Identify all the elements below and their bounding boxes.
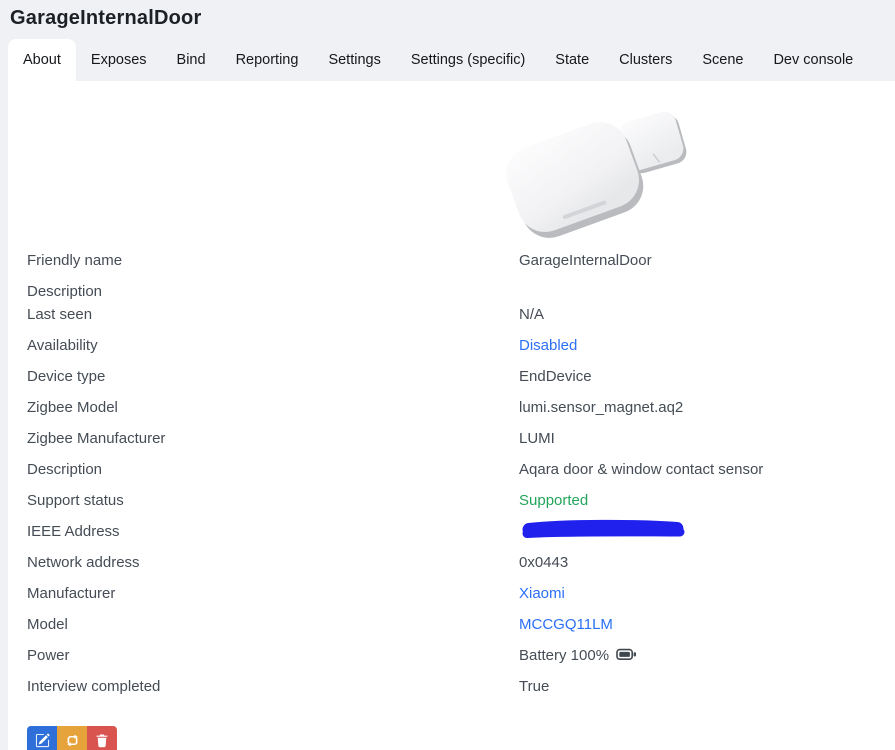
about-row-zigbee-manufacturer: Zigbee ManufacturerLUMI (27, 428, 895, 450)
field-value-manufacturer[interactable]: Xiaomi (519, 583, 895, 605)
about-row-ieee-address: IEEE Address (27, 521, 895, 543)
remove-button[interactable] (87, 726, 117, 750)
about-row-device-type: Device typeEndDevice (27, 366, 895, 388)
battery-icon (616, 648, 637, 661)
field-value-zigbee-manufacturer: LUMI (519, 428, 895, 450)
about-row-description: Description (27, 281, 895, 303)
field-value-power: Battery 100% (519, 645, 895, 667)
device-tabbar: AboutExposesBindReportingSettingsSetting… (8, 39, 895, 81)
field-value-ieee-address (519, 521, 895, 543)
device-actions (27, 726, 117, 750)
field-label: Friendly name (27, 250, 519, 272)
field-value-description (519, 281, 895, 303)
field-label: Last seen (27, 304, 519, 326)
about-row-support-status: Support statusSupported (27, 490, 895, 512)
field-label: Network address (27, 552, 519, 574)
edit-button[interactable] (27, 726, 57, 750)
field-value-network-address: 0x0443 (519, 552, 895, 574)
tab-about[interactable]: About (8, 39, 76, 81)
tab-dev-console[interactable]: Dev console (758, 39, 868, 81)
reconfigure-button[interactable] (57, 726, 87, 750)
door-sensor-illustration (505, 101, 695, 243)
about-row-interview-completed: Interview completedTrue (27, 676, 895, 698)
about-row-zigbee-model: Zigbee Modellumi.sensor_magnet.aq2 (27, 397, 895, 419)
device-info-list: Friendly nameGarageInternalDoorDescripti… (8, 250, 895, 698)
about-row-manufacturer: ManufacturerXiaomi (27, 583, 895, 605)
field-value-zigbee-model: lumi.sensor_magnet.aq2 (519, 397, 895, 419)
trash-icon (95, 733, 109, 748)
redaction-scribble (519, 519, 689, 541)
field-label: Model (27, 614, 519, 636)
field-label: Availability (27, 335, 519, 357)
field-label: Device type (27, 366, 519, 388)
tab-settings-specific[interactable]: Settings (specific) (396, 39, 540, 81)
page-header: GarageInternalDoor (0, 0, 895, 30)
field-label: Zigbee Model (27, 397, 519, 419)
battery-text: Battery 100% (519, 647, 609, 664)
field-value-friendly-name: GarageInternalDoor (519, 250, 895, 272)
tab-settings[interactable]: Settings (313, 39, 395, 81)
field-label: IEEE Address (27, 521, 519, 543)
field-label: Manufacturer (27, 583, 519, 605)
field-label: Support status (27, 490, 519, 512)
tab-bind[interactable]: Bind (162, 39, 221, 81)
about-panel: Friendly nameGarageInternalDoorDescripti… (8, 81, 895, 750)
field-label: Power (27, 645, 519, 667)
tab-scene[interactable]: Scene (687, 39, 758, 81)
about-row-availability: AvailabilityDisabled (27, 335, 895, 357)
pencil-square-icon (35, 733, 50, 748)
tab-state[interactable]: State (540, 39, 604, 81)
field-value-interview-completed: True (519, 676, 895, 698)
field-value-device-type: EndDevice (519, 366, 895, 388)
field-label: Description (27, 459, 519, 481)
tab-exposes[interactable]: Exposes (76, 39, 162, 81)
about-row-power: PowerBattery 100% (27, 645, 895, 667)
tab-clusters[interactable]: Clusters (604, 39, 687, 81)
field-value-support-status[interactable]: Supported (519, 490, 895, 512)
about-row-friendly-name: Friendly nameGarageInternalDoor (27, 250, 895, 272)
about-row-last-seen: Last seenN/A (27, 304, 895, 326)
tab-reporting[interactable]: Reporting (221, 39, 314, 81)
field-value-last-seen: N/A (519, 304, 895, 326)
device-image (505, 101, 695, 243)
field-label: Zigbee Manufacturer (27, 428, 519, 450)
about-row-network-address: Network address0x0443 (27, 552, 895, 574)
repeat-icon (65, 733, 80, 748)
field-label: Description (27, 281, 519, 303)
about-row-model: ModelMCCGQ11LM (27, 614, 895, 636)
about-row-description: DescriptionAqara door & window contact s… (27, 459, 895, 481)
field-label: Interview completed (27, 676, 519, 698)
field-value-availability[interactable]: Disabled (519, 335, 895, 357)
field-value-description: Aqara door & window contact sensor (519, 459, 895, 481)
field-value-model[interactable]: MCCGQ11LM (519, 614, 895, 636)
page-title: GarageInternalDoor (10, 7, 895, 30)
